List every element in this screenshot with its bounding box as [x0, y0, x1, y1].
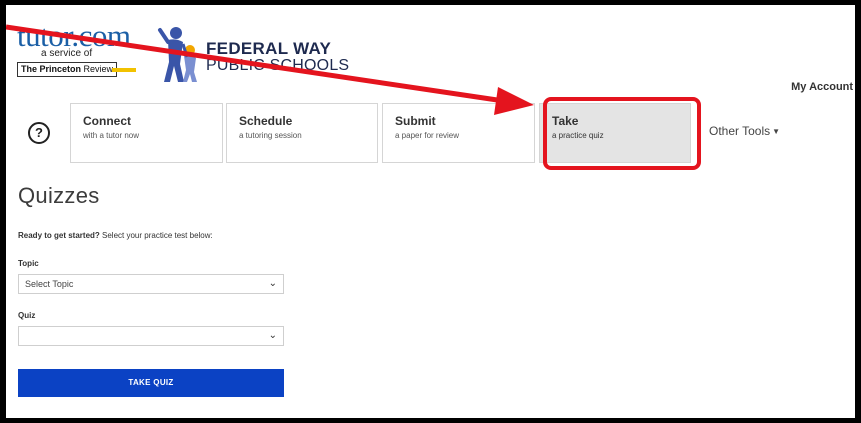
- district-figure-icon: [158, 27, 197, 82]
- other-tools-label: Other Tools: [709, 124, 771, 138]
- pr-bold: The Princeton: [21, 64, 82, 74]
- nav-card-connect[interactable]: Connect with a tutor now: [70, 103, 223, 163]
- pr-rest: Review: [81, 64, 114, 74]
- nav-card-subtitle: a tutoring session: [239, 131, 302, 140]
- caret-down-icon: ▼: [772, 127, 781, 136]
- my-account-menu[interactable]: My Account▼: [791, 81, 855, 93]
- princeton-review-logo: The Princeton Review: [17, 62, 118, 77]
- nav-card-subtitle: a paper for review: [395, 131, 460, 140]
- chevron-down-icon: ⌄: [268, 330, 277, 341]
- nav-card-schedule[interactable]: Schedule a tutoring session: [226, 103, 378, 163]
- topic-label: Topic: [18, 259, 39, 268]
- annotation-highlight-box: [543, 97, 701, 170]
- other-tools-menu[interactable]: Other Tools ▼: [709, 124, 780, 138]
- district-name: FEDERAL WAY: [206, 39, 332, 58]
- nav-card-title: Submit: [395, 114, 436, 128]
- pr-accent-bar: [112, 68, 136, 72]
- quiz-select[interactable]: ⌄: [18, 326, 284, 346]
- page: tutor.com a service of The Princeton Rev…: [6, 5, 855, 418]
- nav-card-title: Schedule: [239, 114, 293, 128]
- nav-card-submit[interactable]: Submit a paper for review: [382, 103, 535, 163]
- nav-card-subtitle: with a tutor now: [83, 131, 140, 140]
- district-logo: FEDERAL WAY PUBLIC SCHOOLS: [206, 40, 349, 75]
- topic-select[interactable]: Select Topic ⌄: [18, 274, 284, 294]
- tutor-logo[interactable]: tutor.com a service of The Princeton Rev…: [17, 18, 157, 77]
- chevron-down-icon: ⌄: [268, 278, 277, 289]
- intro-text: Ready to get started? Select your practi…: [18, 231, 213, 240]
- tutor-wordmark: tutor.com: [17, 18, 131, 53]
- intro-rest: Select your practice test below:: [99, 231, 213, 240]
- nav-card-title: Connect: [83, 114, 131, 128]
- topic-select-value: Select Topic: [25, 279, 74, 289]
- intro-bold: Ready to get started?: [18, 231, 100, 240]
- district-subname: PUBLIC SCHOOLS: [206, 57, 350, 74]
- help-icon[interactable]: ?: [28, 122, 50, 144]
- take-quiz-button[interactable]: TAKE QUIZ: [18, 369, 284, 397]
- my-account-label: My Account: [791, 81, 854, 93]
- quiz-label: Quiz: [18, 311, 36, 320]
- page-title: Quizzes: [18, 183, 100, 208]
